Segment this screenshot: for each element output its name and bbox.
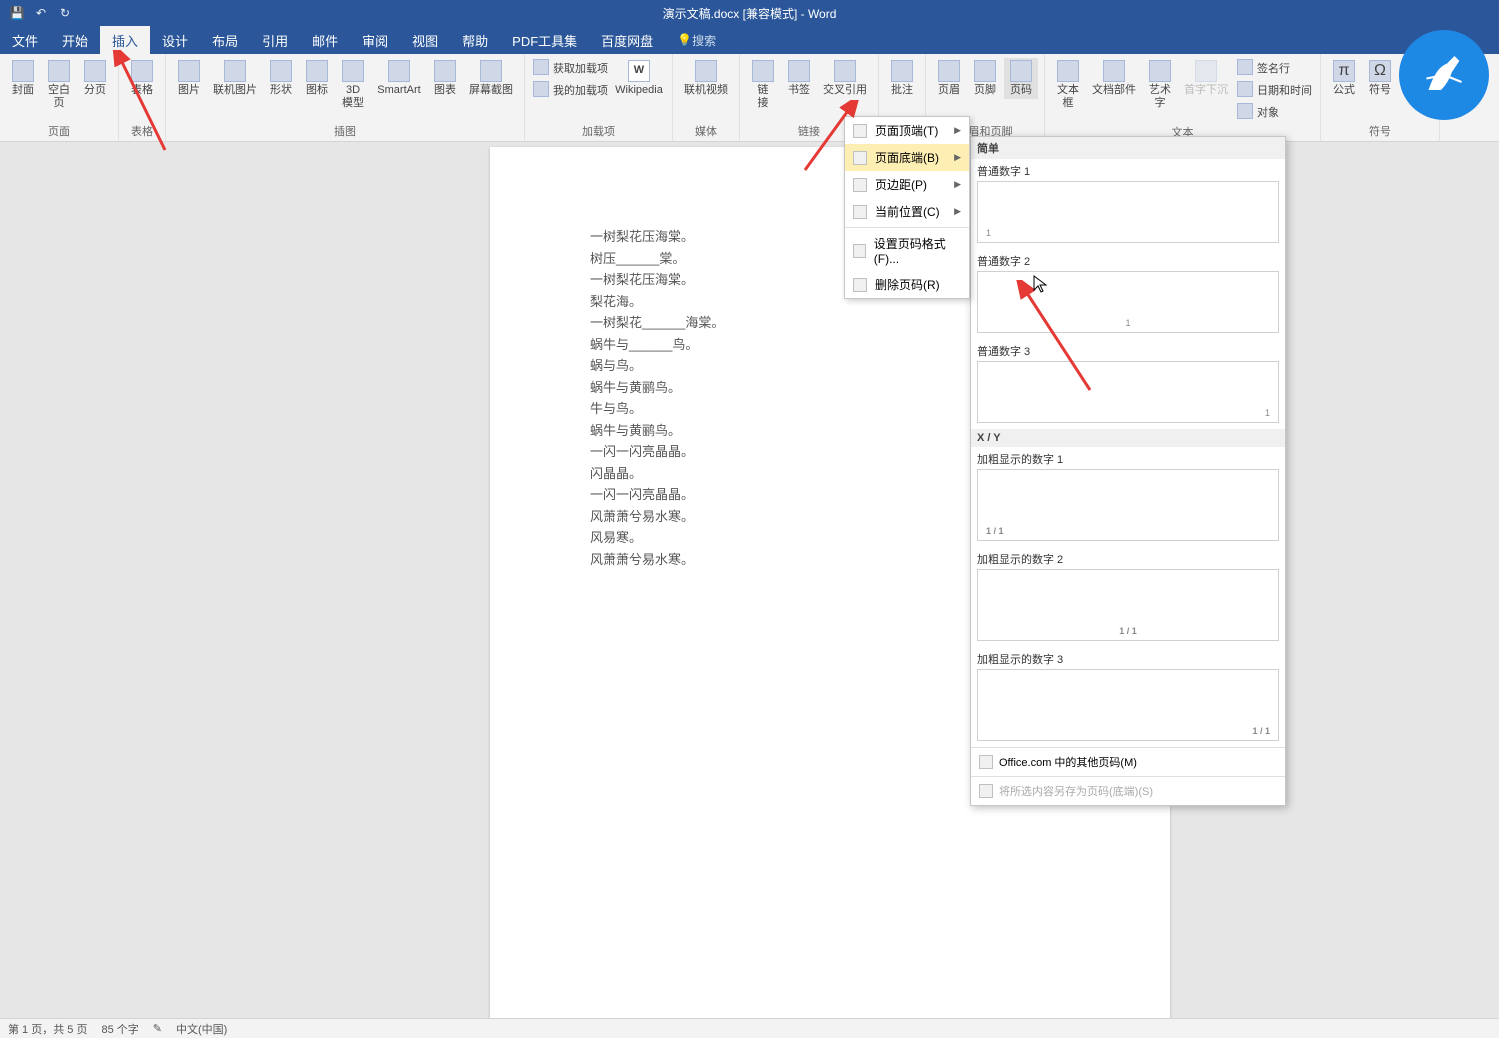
search-icon: 💡 [677,33,692,47]
group-pages: 封面 空白页 分页 页面 [0,54,119,141]
menu-remove-page-numbers[interactable]: 删除页码(R) [845,271,969,298]
menu-top-of-page[interactable]: 页面顶端(T)▶ [845,117,969,144]
icons-button[interactable]: 图标 [300,58,334,112]
redo-icon[interactable]: ↻ [58,6,72,20]
status-spellcheck-icon[interactable]: ✎ [153,1022,162,1035]
comment-button[interactable]: 批注 [885,58,919,99]
page-break-button[interactable]: 分页 [78,58,112,112]
menu-current-position[interactable]: 当前位置(C)▶ [845,198,969,225]
page-margin-icon [853,178,867,192]
status-language[interactable]: 中文(中国) [176,1021,227,1037]
undo-icon[interactable]: ↶ [34,6,48,20]
tab-review[interactable]: 审阅 [350,26,400,54]
quickparts-button[interactable]: 文档部件 [1087,58,1141,122]
quick-access-toolbar: 💾 ↶ ↻ [0,6,72,20]
pictures-button[interactable]: 图片 [172,58,206,112]
page-bottom-icon [853,151,867,165]
blank-page-button[interactable]: 空白页 [42,58,76,112]
table-button[interactable]: 表格 [125,58,159,99]
online-pics-button[interactable]: 联机图片 [208,58,262,112]
bookmark-button[interactable]: 书签 [782,58,816,112]
chart-button[interactable]: 图表 [428,58,462,112]
date-time-button[interactable]: 日期和时间 [1235,80,1314,100]
gallery-save-selection: 将所选内容另存为页码(底端)(S) [971,776,1285,805]
watermark-logo [1399,30,1489,120]
screenshot-button[interactable]: 屏幕截图 [464,58,518,112]
link-button[interactable]: 链 接 [746,58,780,112]
cover-page-button[interactable]: 封面 [6,58,40,112]
ribbon: 封面 空白页 分页 页面 表格 表格 图片 联机图片 形状 图标 3D 模型 S… [0,54,1499,142]
gallery-plain-1[interactable]: 1 [977,181,1279,243]
mouse-cursor-icon [1033,275,1049,298]
current-pos-icon [853,205,867,219]
gallery-plain-2[interactable]: 1 [977,271,1279,333]
page-number-menu: 页面顶端(T)▶ 页面底端(B)▶ 页边距(P)▶ 当前位置(C)▶ 设置页码格… [844,116,970,299]
tab-home[interactable]: 开始 [50,26,100,54]
tab-references[interactable]: 引用 [250,26,300,54]
ribbon-tabs: 文件 开始 插入 设计 布局 引用 邮件 审阅 视图 帮助 PDF工具集 百度网… [0,26,1499,54]
smartart-button[interactable]: SmartArt [372,58,426,112]
remove-icon [853,278,867,292]
save-icon[interactable]: 💾 [10,6,24,20]
gallery-plain-3[interactable]: 1 [977,361,1279,423]
tab-layout[interactable]: 布局 [200,26,250,54]
gallery-section-xy: X / Y [971,429,1285,447]
gallery-bold-3[interactable]: 1 / 1 [977,669,1279,741]
group-illustrations: 图片 联机图片 形状 图标 3D 模型 SmartArt 图表 屏幕截图 插图 [166,54,525,141]
tab-help[interactable]: 帮助 [450,26,500,54]
dropcap-button[interactable]: 首字下沉 [1179,58,1233,122]
3d-models-button[interactable]: 3D 模型 [336,58,370,112]
group-addins: 获取加载项 我的加载项 WWikipedia 加载项 [525,54,673,141]
gallery-more-office[interactable]: Office.com 中的其他页码(M) [971,747,1285,776]
office-icon [979,755,993,769]
page-top-icon [853,124,867,138]
menu-bottom-of-page[interactable]: 页面底端(B)▶ [845,144,969,171]
signature-line-button[interactable]: 签名行 [1235,58,1314,78]
wikipedia-button[interactable]: WWikipedia [612,58,666,100]
group-text: 文本框 文档部件 艺术字 首字下沉 签名行 日期和时间 对象 文本 [1045,54,1321,141]
get-addins-button[interactable]: 获取加载项 [531,58,610,78]
format-icon [853,244,866,258]
group-media: 联机视频 媒体 [673,54,740,141]
tab-design[interactable]: 设计 [150,26,200,54]
equation-button[interactable]: π公式 [1327,58,1361,99]
tab-baidu[interactable]: 百度网盘 [589,26,665,54]
tab-view[interactable]: 视图 [400,26,450,54]
status-words[interactable]: 85 个字 [101,1021,138,1037]
window-title: 演示文稿.docx [兼容模式] - Word [663,5,837,22]
tab-insert[interactable]: 插入 [100,26,150,54]
page-number-gallery: 简单 普通数字 1 1 普通数字 2 1 普通数字 3 1 X / Y 加粗显示… [970,136,1286,806]
tab-pdf-tools[interactable]: PDF工具集 [500,26,589,54]
gallery-section-simple: 简单 [971,137,1285,159]
menu-page-margins[interactable]: 页边距(P)▶ [845,171,969,198]
tab-file[interactable]: 文件 [0,26,50,54]
tab-mailings[interactable]: 邮件 [300,26,350,54]
page-number-button[interactable]: 页码 [1004,58,1038,99]
online-video-button[interactable]: 联机视频 [679,58,733,99]
textbox-button[interactable]: 文本框 [1051,58,1085,122]
title-bar: 💾 ↶ ↻ 演示文稿.docx [兼容模式] - Word [0,0,1499,26]
shapes-button[interactable]: 形状 [264,58,298,112]
save-selection-icon [979,784,993,798]
footer-button[interactable]: 页脚 [968,58,1002,99]
menu-format-page-numbers[interactable]: 设置页码格式(F)... [845,230,969,271]
object-button[interactable]: 对象 [1235,102,1314,122]
crossref-button[interactable]: 交叉引用 [818,58,872,112]
gallery-bold-2[interactable]: 1 / 1 [977,569,1279,641]
symbol-button[interactable]: Ω符号 [1363,58,1397,99]
gallery-bold-1[interactable]: 1 / 1 [977,469,1279,541]
tell-me-search[interactable]: 💡 搜索 [677,26,716,54]
my-addins-button[interactable]: 我的加载项 [531,80,610,100]
header-button[interactable]: 页眉 [932,58,966,99]
wordart-button[interactable]: 艺术字 [1143,58,1177,122]
status-bar: 第 1 页，共 5 页 85 个字 ✎ 中文(中国) [0,1018,1499,1038]
status-page[interactable]: 第 1 页，共 5 页 [8,1021,87,1037]
group-tables: 表格 表格 [119,54,166,141]
